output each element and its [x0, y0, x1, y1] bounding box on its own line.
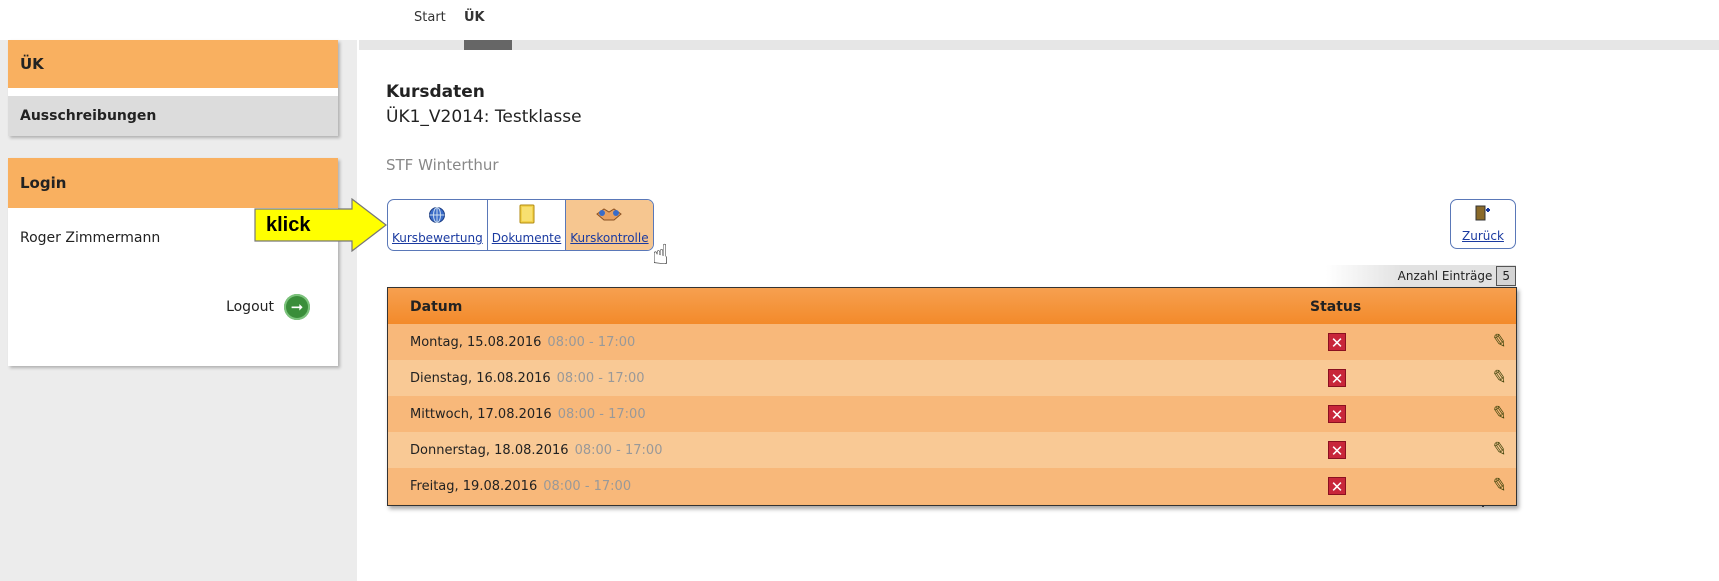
date-text: Dienstag, 16.08.2016: [410, 371, 551, 386]
course-dates-table: Datum Status Montag, 15.08.2016 08:00 - 1…: [387, 287, 1517, 507]
back-button[interactable]: Zurück: [1450, 199, 1516, 249]
table-body: Montag, 15.08.2016 08:00 - 17:00 ✕ ✎ Dien…: [388, 324, 1516, 507]
row-date: Donnerstag, 18.08.2016 08:00 - 17:00: [410, 443, 662, 458]
tab-start[interactable]: Start: [414, 10, 446, 25]
time-text: 08:00 - 17:00: [543, 479, 632, 494]
hand-cursor-icon: ☝: [652, 238, 670, 271]
table-row: Mittwoch, 17.08.2016 08:00 - 17:00 ✕ ✎: [388, 396, 1516, 432]
tab-uk[interactable]: ÜK: [464, 10, 485, 25]
logout-label: Logout: [226, 299, 274, 315]
exit-door-icon: [1474, 204, 1492, 225]
table-row: Dienstag, 16.08.2016 08:00 - 17:00 ✕ ✎: [388, 360, 1516, 396]
date-text: Montag, 15.08.2016: [410, 335, 542, 350]
active-tab-indicator: [464, 40, 512, 50]
table-header: Datum Status: [388, 288, 1516, 324]
entry-count-label: Anzahl Einträge: [1397, 269, 1493, 283]
klick-arrow-annotation: klick: [254, 198, 387, 252]
row-date: Montag, 15.08.2016 08:00 - 17:00: [410, 335, 635, 350]
logout-button[interactable]: Logout ➞: [226, 294, 310, 320]
column-header-status[interactable]: Status: [1310, 299, 1361, 315]
row-date: Mittwoch, 17.08.2016 08:00 - 17:00: [410, 407, 646, 422]
entry-count-value[interactable]: 5: [1496, 266, 1516, 286]
page-title: Kursdaten: [386, 82, 485, 102]
sidebar-login-box: Login Roger Zimmermann Logout ➞: [8, 158, 338, 366]
time-text: 08:00 - 17:00: [574, 443, 663, 458]
sidebar-uk-box: ÜK Ausschreibungen: [8, 40, 338, 136]
globe-icon: [428, 206, 446, 227]
folder-icon: [519, 204, 535, 227]
course-location: STF Winterthur: [386, 156, 499, 174]
status-cross-icon: ✕: [1328, 441, 1346, 460]
status-cross-icon: ✕: [1328, 477, 1346, 496]
row-date: Dienstag, 16.08.2016 08:00 - 17:00: [410, 371, 645, 386]
back-label: Zurück: [1462, 229, 1504, 243]
status-cross-icon: ✕: [1328, 369, 1346, 388]
column-header-datum[interactable]: Datum: [410, 299, 462, 315]
entry-count: Anzahl Einträge 5: [1326, 265, 1516, 287]
time-text: 08:00 - 17:00: [557, 407, 646, 422]
status-cross-icon: ✕: [1328, 333, 1346, 352]
username-label: Roger Zimmermann: [20, 230, 161, 246]
table-row: Montag, 15.08.2016 08:00 - 17:00 ✕ ✎: [388, 324, 1516, 360]
row-date: Freitag, 19.08.2016 08:00 - 17:00: [410, 479, 631, 494]
kurskontrolle-button[interactable]: Kurskontrolle: [566, 200, 653, 250]
tab-bar: [359, 40, 1719, 50]
edit-pencil-icon[interactable]: ✎: [1490, 330, 1509, 353]
klick-label: klick: [266, 214, 311, 236]
course-name: ÜK1_V2014: Testklasse: [386, 107, 582, 127]
date-text: Donnerstag, 18.08.2016: [410, 443, 569, 458]
handshake-icon: [596, 206, 623, 227]
edit-pencil-icon[interactable]: ✎: [1490, 474, 1509, 497]
dokumente-button[interactable]: Dokumente: [488, 200, 567, 250]
date-text: Mittwoch, 17.08.2016: [410, 407, 552, 422]
sidebar-spacer: [8, 88, 338, 96]
edit-pencil-icon[interactable]: ✎: [1490, 366, 1509, 389]
kursbewertung-label: Kursbewertung: [392, 231, 483, 245]
kursbewertung-button[interactable]: Kursbewertung: [388, 200, 488, 250]
table-row: Freitag, 19.08.2016 08:00 - 17:00 ✕ ✎: [388, 468, 1516, 504]
time-text: 08:00 - 17:00: [556, 371, 645, 386]
table-row: Donnerstag, 18.08.2016 08:00 - 17:00 ✕ ✎: [388, 432, 1516, 468]
exit-icon: ➞: [284, 294, 310, 320]
time-text: 08:00 - 17:00: [547, 335, 636, 350]
edit-pencil-icon[interactable]: ✎: [1490, 402, 1509, 425]
status-cross-icon: ✕: [1328, 405, 1346, 424]
sidebar-section-uk: ÜK: [8, 40, 338, 88]
edit-pencil-icon[interactable]: ✎: [1490, 438, 1509, 461]
sidebar-item-ausschreibungen[interactable]: Ausschreibungen: [8, 96, 338, 136]
course-action-buttons: Kursbewertung Dokumente Kurskontrolle: [387, 199, 654, 251]
dokumente-label: Dokumente: [491, 231, 562, 245]
date-text: Freitag, 19.08.2016: [410, 479, 538, 494]
kurskontrolle-label: Kurskontrolle: [570, 231, 649, 245]
